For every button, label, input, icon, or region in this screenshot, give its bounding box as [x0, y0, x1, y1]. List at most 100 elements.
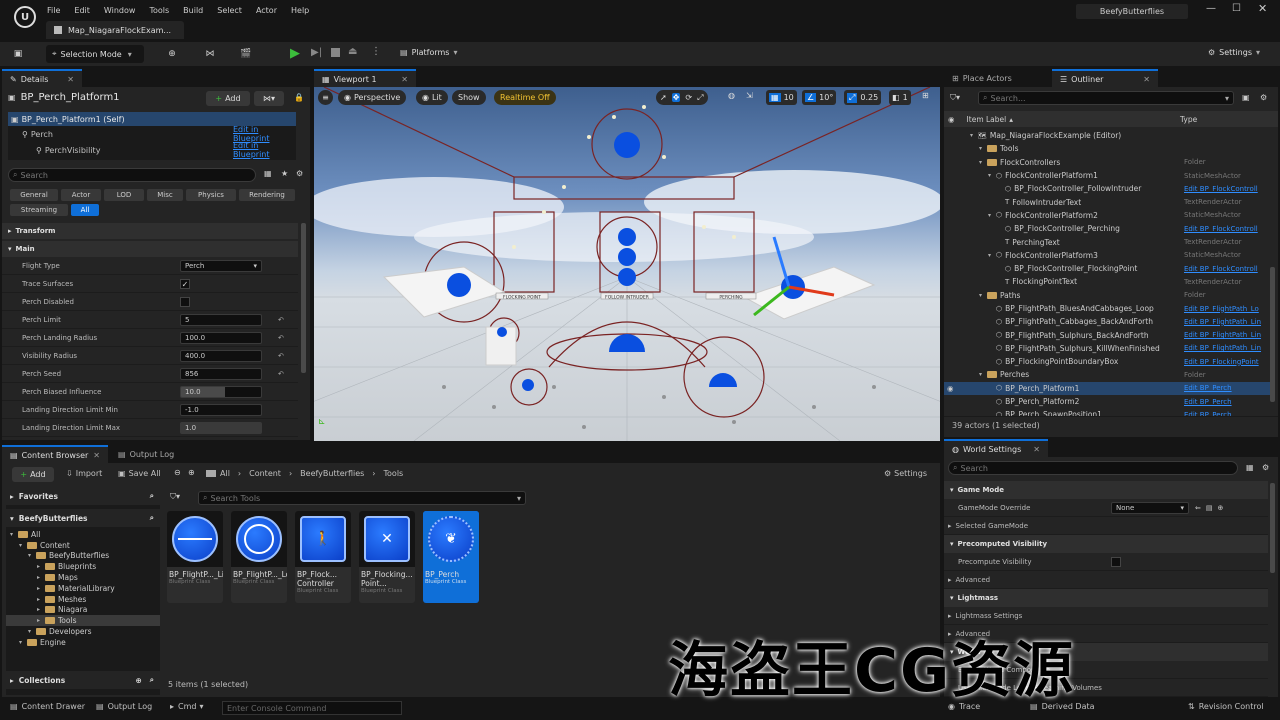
map-tab[interactable]: Map_NiagaraFlockExam...	[46, 21, 184, 39]
breadcrumb-beefybutterflies[interactable]: BeefyButterflies	[300, 469, 364, 478]
import-button[interactable]: ⇩ Import	[66, 469, 102, 478]
section-main[interactable]: ▾ Main	[2, 241, 298, 257]
edit-blueprint-link[interactable]: Edit BP_Perch	[1184, 398, 1232, 406]
outliner-row[interactable]: ▾ Perches Folder	[944, 368, 1270, 381]
maximize-viewport-icon[interactable]: ⊞	[922, 91, 929, 100]
menu-select[interactable]: Select	[210, 6, 249, 15]
blueprint-options-button[interactable]: ⋈▾	[254, 91, 284, 106]
eject-icon[interactable]: ⏏	[348, 46, 357, 57]
folder-tree-item[interactable]: ▸ Maps	[6, 572, 160, 583]
close-icon[interactable]: ✕	[93, 451, 100, 460]
outliner-row[interactable]: T PerchingText TextRenderActor	[944, 235, 1270, 248]
breadcrumb-content[interactable]: Content	[249, 469, 281, 478]
details-scrollbar[interactable]	[301, 223, 306, 373]
edit-blueprint-link[interactable]: Edit BP_FlightPath_Lin	[1184, 318, 1261, 326]
asset-tile-selected[interactable]: ❦ BP_Perch Blueprint Class	[423, 511, 479, 603]
outliner-row[interactable]: ⬡ BP_FlockController_FollowIntruder Edit B…	[944, 182, 1270, 195]
revision-control-button[interactable]: ⇅ Revision Control	[1188, 702, 1264, 711]
tab-output-log[interactable]: ▤ Output Log	[110, 445, 194, 463]
folder-tree-item[interactable]: ▾ All	[6, 529, 160, 540]
folder-tree-item[interactable]: ▸ Blueprints	[6, 561, 160, 572]
precompute-visibility-checkbox[interactable]	[1111, 556, 1121, 567]
component-perchvisibility[interactable]: ⚲ PerchVisibility Edit in Blueprint	[8, 141, 296, 159]
add-content-button[interactable]: + Add	[12, 467, 54, 482]
perch-biased-influence-slider[interactable]: 10.0	[180, 385, 262, 398]
component-self[interactable]: ▣ BP_Perch_Platform1 (Self)	[8, 112, 296, 126]
outliner-row[interactable]: ▾ ⬡ FlockControllerPlatform3 StaticMeshActo…	[944, 249, 1270, 262]
menu-file[interactable]: File	[40, 6, 67, 15]
outliner-scrollbar[interactable]	[1270, 267, 1275, 402]
filter-rendering[interactable]: Rendering	[239, 189, 295, 201]
step-icon[interactable]: ▶|	[311, 47, 322, 58]
settings-button[interactable]: ⚙ Settings ▾	[1208, 48, 1260, 57]
add-icon[interactable]: ⊕	[1218, 504, 1224, 512]
close-icon[interactable]: ✕	[401, 75, 408, 84]
add-folder-icon[interactable]: ▣	[1242, 93, 1250, 102]
outliner-row[interactable]: ⬡ BP_FlockingPointBoundaryBox Edit BP_Floc…	[944, 355, 1270, 368]
grid-snap[interactable]: ▦ 10	[766, 90, 797, 105]
edit-blueprint-link[interactable]: Edit BP_FlightPath_Lin	[1184, 331, 1261, 339]
details-search-input[interactable]: ⌕ Search	[8, 168, 256, 182]
gear-icon[interactable]: ⚙	[296, 169, 303, 178]
minimize-icon[interactable]: —	[1206, 3, 1216, 14]
play-options-icon[interactable]: ⋮	[371, 46, 381, 57]
select-tool-icon[interactable]: ➚	[660, 93, 667, 102]
filter-icon[interactable]: ⛉▾	[950, 93, 960, 103]
outliner-row[interactable]: ▾ Paths Folder	[944, 289, 1270, 302]
filter-misc[interactable]: Misc	[147, 189, 183, 201]
section-game-mode[interactable]: ▾ Game Mode	[944, 481, 1268, 499]
world-settings-scrollbar[interactable]	[1270, 483, 1275, 573]
tab-viewport[interactable]: ▦ Viewport 1 ✕	[314, 69, 416, 87]
menu-help[interactable]: Help	[284, 6, 316, 15]
star-icon[interactable]: ★	[281, 169, 288, 178]
realtime-button[interactable]: Realtime Off	[494, 90, 556, 105]
section-precomputed-visibility[interactable]: ▾ Precomputed Visibility	[944, 535, 1268, 553]
outliner-row[interactable]: ⬡ BP_FlightPath_Sulphurs_BackAndForth Edit…	[944, 328, 1270, 341]
lit-button[interactable]: ◉ Lit	[416, 90, 448, 105]
cinematics-icon[interactable]: 🎬	[240, 48, 252, 60]
outliner-row[interactable]: ⬡ BP_FlockController_FlockingPoint Edit BP…	[944, 262, 1270, 275]
scale-snap[interactable]: ⤢ 0.25	[844, 90, 882, 105]
stop-icon[interactable]	[331, 48, 340, 57]
cb-settings-button[interactable]: ⚙ Settings	[884, 469, 927, 478]
world-settings-search-input[interactable]: ⌕ Search	[948, 461, 1238, 475]
selection-mode-dropdown[interactable]: ⌖ Selection Mode ▾	[46, 45, 144, 63]
scale-tool-icon[interactable]: ⤢	[697, 93, 703, 103]
tab-outliner[interactable]: ☰ Outliner ✕	[1052, 69, 1158, 87]
menu-build[interactable]: Build	[176, 6, 210, 15]
back-icon[interactable]: ⊖	[174, 468, 181, 477]
asset-search-input[interactable]: ⌕ Search Tools ▾	[198, 491, 526, 505]
menu-tools[interactable]: Tools	[142, 6, 176, 15]
output-log-button[interactable]: ▤ Output Log	[96, 702, 152, 711]
browse-icon[interactable]: ⇐	[1195, 504, 1201, 512]
menu-actor[interactable]: Actor	[249, 6, 284, 15]
visibility-radius-input[interactable]: 400.0	[180, 349, 262, 362]
unreal-logo-icon[interactable]: U	[14, 6, 36, 28]
close-icon[interactable]: ✕	[1143, 75, 1150, 84]
maximize-icon[interactable]: ☐	[1232, 3, 1241, 14]
gear-icon[interactable]: ⚙	[1260, 93, 1267, 102]
landing-dir-max-slider[interactable]: 1.0	[180, 421, 262, 434]
world-space-icon[interactable]: ◍	[728, 91, 735, 100]
content-drawer-button[interactable]: ▤ Content Drawer	[10, 702, 85, 711]
play-icon[interactable]: ▶	[290, 46, 300, 61]
outliner-search-input[interactable]: ⌕ Search... ▾	[978, 91, 1234, 105]
filter-icon[interactable]: ⛉▾	[170, 492, 180, 502]
reset-icon[interactable]: ↶	[278, 334, 284, 342]
reset-icon[interactable]: ↶	[278, 316, 284, 324]
tab-world-settings[interactable]: ◍ World Settings ✕	[944, 439, 1048, 457]
folder-tree-item[interactable]: ▾ Engine	[6, 637, 160, 648]
viewport-menu-icon[interactable]: ≡	[318, 90, 333, 105]
prop-selected-gamemode[interactable]: ▸ Selected GameMode	[944, 517, 1268, 535]
folder-tree-item[interactable]: ▸ Niagara	[6, 605, 160, 616]
filter-physics[interactable]: Physics	[186, 189, 236, 201]
menu-edit[interactable]: Edit	[67, 6, 97, 15]
landing-dir-min-slider[interactable]: -1.0	[180, 403, 262, 416]
outliner-row[interactable]: ⬡ BP_FlightPath_BluesAndCabbages_Loop Edit…	[944, 302, 1270, 315]
folder-tree-item[interactable]: ▸ Meshes	[6, 594, 160, 605]
edit-blueprint-link[interactable]: Edit BP_Perch	[1184, 384, 1232, 392]
grid-view-icon[interactable]: ▦	[1246, 463, 1254, 472]
console-input[interactable]: Enter Console Command	[222, 701, 402, 715]
outliner-row[interactable]: T FlockingPointText TextRenderActor	[944, 275, 1270, 288]
filter-all[interactable]: All	[71, 204, 99, 216]
